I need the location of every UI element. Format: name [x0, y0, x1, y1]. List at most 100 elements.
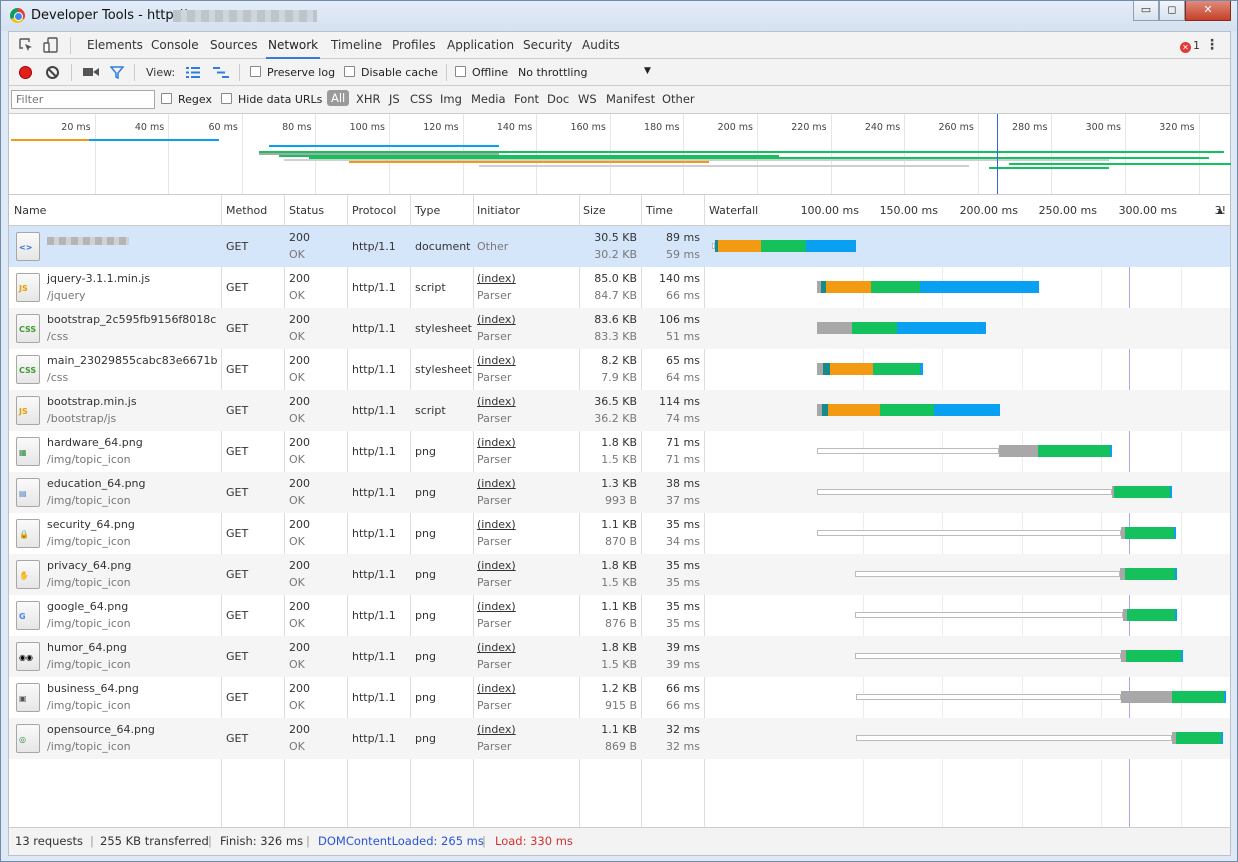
- table-row[interactable]: ◉◉ humor_64.png/img/topic_icon GET 200 OK htt…: [9, 636, 1230, 677]
- request-initiator-link[interactable]: (index): [477, 436, 516, 449]
- request-latency: 32 ms: [666, 740, 700, 753]
- table-row[interactable]: CSS bootstrap_2c595fb9156f8018c27... /css G…: [9, 308, 1230, 349]
- request-initiator-link[interactable]: (index): [477, 395, 516, 408]
- col-protocol[interactable]: Protocol: [352, 204, 396, 217]
- waterfall-queue-segment: [855, 571, 1120, 577]
- status-finish: Finish: 326 ms: [220, 834, 304, 848]
- request-time: 38 ms: [666, 477, 700, 490]
- col-initiator[interactable]: Initiator: [477, 204, 520, 217]
- large-rows-icon[interactable]: [186, 67, 200, 78]
- col-size[interactable]: Size: [583, 204, 606, 217]
- request-method: GET: [226, 240, 249, 253]
- clear-icon[interactable]: [46, 66, 59, 79]
- chrome-logo-icon: [10, 8, 25, 23]
- request-initiator-link[interactable]: (index): [477, 723, 516, 736]
- tab-elements[interactable]: Elements: [85, 32, 145, 59]
- maximize-button[interactable]: ◻: [1159, 1, 1185, 21]
- request-initiator-link[interactable]: (index): [477, 477, 516, 490]
- table-row[interactable]: ◎ opensource_64.png/img/topic_icon GET 200 O…: [9, 718, 1230, 759]
- device-toolbar-icon[interactable]: [43, 37, 59, 53]
- request-initiator-sub: Parser: [477, 617, 512, 630]
- dropdown-arrow-icon: ▼: [644, 66, 651, 76]
- table-row[interactable]: ▦ hardware_64.png/img/topic_icon GET 200 OK h…: [9, 431, 1230, 472]
- regex-box[interactable]: [161, 93, 172, 104]
- request-initiator-link[interactable]: (index): [477, 313, 516, 326]
- table-row[interactable]: ▣ business_64.png/img/topic_icon GET 200 OK h…: [9, 677, 1230, 718]
- col-status[interactable]: Status: [289, 204, 324, 217]
- throttling-select[interactable]: No throttling ▼: [518, 66, 658, 79]
- capture-screenshots-icon[interactable]: [83, 66, 99, 78]
- offline-checkbox[interactable]: Offline: [455, 66, 508, 79]
- filter-type-img[interactable]: Img: [440, 92, 462, 106]
- col-type[interactable]: Type: [415, 204, 440, 217]
- inspect-element-icon[interactable]: [18, 37, 34, 53]
- hide-data-urls-checkbox[interactable]: Hide data URLs: [221, 93, 322, 106]
- request-name: privacy_64.png: [47, 559, 132, 572]
- privacy-hand-icon: ✋: [16, 560, 40, 589]
- table-row[interactable]: 🔒 security_64.png/img/topic_icon GET 200 OK h…: [9, 513, 1230, 554]
- more-menu-icon[interactable]: ⋮: [1205, 37, 1219, 53]
- filter-input[interactable]: [11, 90, 155, 109]
- tab-security[interactable]: Security: [521, 32, 574, 59]
- request-status-text: OK: [289, 494, 305, 507]
- table-row[interactable]: JS jquery-3.1.1.min.js/jquery GET 200 OK http…: [9, 267, 1230, 308]
- filter-type-xhr[interactable]: XHR: [356, 92, 381, 106]
- filter-type-font[interactable]: Font: [514, 92, 539, 106]
- network-overview[interactable]: 20 ms 40 ms 60 ms 80 ms 100 ms 120 ms 140 ms 16…: [9, 114, 1231, 195]
- tab-timeline[interactable]: Timeline: [329, 32, 384, 59]
- tab-audits[interactable]: Audits: [580, 32, 622, 59]
- col-name[interactable]: Name: [14, 204, 46, 217]
- request-initiator-link[interactable]: (index): [477, 354, 516, 367]
- filter-type-js[interactable]: JS: [389, 92, 400, 106]
- request-path: /img/topic_icon: [47, 494, 131, 507]
- filter-type-doc[interactable]: Doc: [547, 92, 569, 106]
- regex-checkbox[interactable]: Regex: [161, 93, 212, 106]
- overview-waterfall-icon[interactable]: [213, 67, 229, 78]
- tab-profiles[interactable]: Profiles: [390, 32, 438, 59]
- preserve-log-checkbox[interactable]: Preserve log: [250, 66, 335, 79]
- table-row[interactable]: <> GET 200 OK http/1.1 document Other 30.5 KB 30…: [9, 226, 1230, 267]
- tab-network[interactable]: Network: [266, 32, 321, 59]
- filter-type-css[interactable]: CSS: [410, 92, 433, 106]
- disable-cache-box[interactable]: [344, 66, 355, 77]
- request-initiator-link[interactable]: (index): [477, 682, 516, 695]
- table-row[interactable]: ▤ education_64.png/img/topic_icon GET 200 OK…: [9, 472, 1230, 513]
- tab-console[interactable]: Console: [149, 32, 201, 59]
- filter-type-other[interactable]: Other: [662, 92, 695, 106]
- filter-type-all[interactable]: All: [327, 90, 350, 106]
- col-waterfall[interactable]: Waterfall: [709, 204, 758, 217]
- request-name: google_64.png: [47, 600, 129, 613]
- error-badge[interactable]: ✕ 1: [1180, 39, 1200, 53]
- offline-box[interactable]: [455, 66, 466, 77]
- hide-data-urls-box[interactable]: [221, 93, 232, 104]
- col-time[interactable]: Time: [646, 204, 673, 217]
- table-row[interactable]: Ggoogle_64.png/img/topic_icon GET 200 OK htt…: [9, 595, 1230, 636]
- filter-type-ws[interactable]: WS: [578, 92, 597, 106]
- col-method[interactable]: Method: [226, 204, 267, 217]
- preserve-log-box[interactable]: [250, 66, 261, 77]
- tab-application[interactable]: Application: [445, 32, 516, 59]
- record-button[interactable]: [19, 66, 32, 79]
- waterfall-download-segment: [1110, 445, 1112, 457]
- sort-arrow-icon[interactable]: ▲: [1217, 206, 1223, 215]
- minimize-button[interactable]: ▭: [1133, 1, 1159, 21]
- filter-type-manifest[interactable]: Manifest: [606, 92, 655, 106]
- request-protocol: http/1.1: [352, 363, 396, 376]
- request-initiator-link[interactable]: (index): [477, 600, 516, 613]
- request-protocol: http/1.1: [352, 486, 396, 499]
- table-row[interactable]: ✋ privacy_64.png/img/topic_icon GET 200 OK ht…: [9, 554, 1230, 595]
- table-row[interactable]: JS bootstrap.min.js/bootstrap/js GET 200 OK h…: [9, 390, 1230, 431]
- tab-sources[interactable]: Sources: [208, 32, 259, 59]
- table-row[interactable]: CSS main_23029855cabc83e6671ba1... /css GET…: [9, 349, 1230, 390]
- overview-gridline: [94, 114, 96, 194]
- request-initiator-link[interactable]: (index): [477, 272, 516, 285]
- request-initiator-link[interactable]: (index): [477, 559, 516, 572]
- request-initiator-link[interactable]: (index): [477, 518, 516, 531]
- request-initiator-link[interactable]: (index): [477, 641, 516, 654]
- filter-type-media[interactable]: Media: [471, 92, 506, 106]
- close-button[interactable]: ✕: [1185, 1, 1231, 21]
- css-file-icon: CSS: [16, 314, 40, 343]
- filter-funnel-icon[interactable]: [110, 66, 124, 79]
- request-name: education_64.png: [47, 477, 146, 490]
- disable-cache-checkbox[interactable]: Disable cache: [344, 66, 438, 79]
